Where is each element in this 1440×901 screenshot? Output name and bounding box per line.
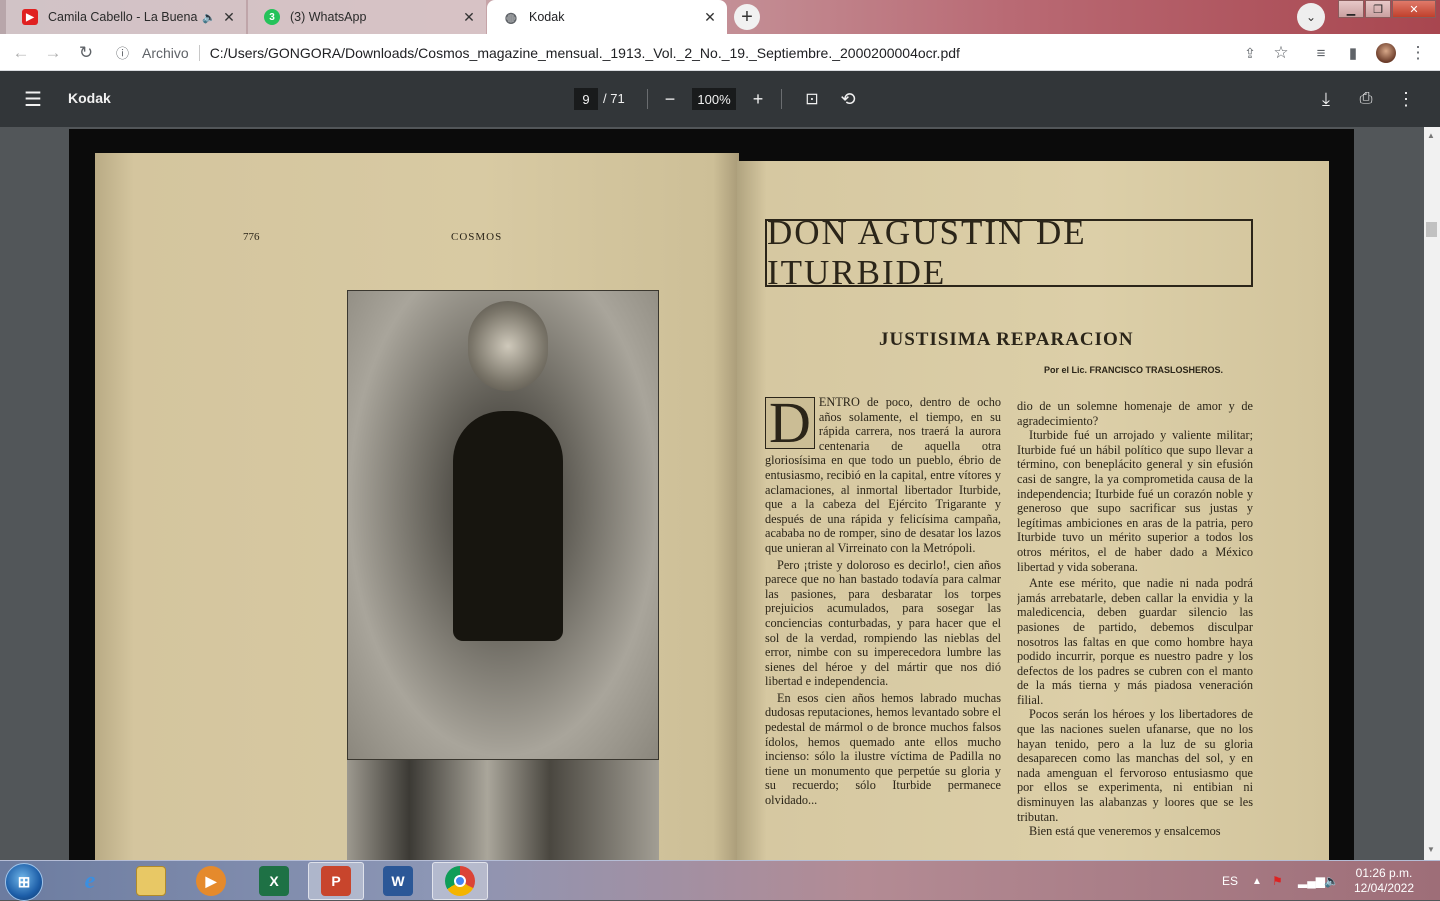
- powerpoint-icon[interactable]: P: [308, 862, 364, 900]
- more-actions-icon[interactable]: ⋮: [1393, 86, 1419, 112]
- scroll-down-icon[interactable]: ▼: [1427, 845, 1435, 854]
- divider: [781, 89, 782, 109]
- info-icon[interactable]: ⓘ: [116, 43, 134, 62]
- scroll-up-icon[interactable]: ▲: [1427, 131, 1435, 140]
- window-controls: ▁ ❐ ✕: [1337, 0, 1436, 18]
- windows-taskbar: ⊞ e ▶ X P W ES ▲ ⚑ ▂▄▆ 🔈 01:26 p.m. 12/0…: [0, 860, 1440, 901]
- tab-strip: ▶ Camila Cabello - La Buena Vi 🔈 ✕ 3 (3)…: [0, 0, 1440, 34]
- address-bar[interactable]: ⓘ Archivo C:/Users/GONGORA/Downloads/Cos…: [108, 38, 1308, 67]
- back-button[interactable]: ←: [8, 40, 34, 66]
- clock-date: 12/04/2022: [1353, 881, 1415, 895]
- url-text[interactable]: C:/Users/GONGORA/Downloads/Cosmos_magazi…: [210, 45, 960, 61]
- action-center-flag-icon[interactable]: ⚑: [1272, 861, 1283, 901]
- word-icon[interactable]: W: [370, 862, 426, 900]
- divider: [198, 44, 200, 61]
- drop-cap: D: [765, 395, 815, 452]
- close-tab-icon[interactable]: ✕: [460, 8, 478, 26]
- text-column-1: D ENTRO de poco, dentro de ocho años sol…: [765, 395, 1001, 860]
- close-tab-icon[interactable]: ✕: [701, 8, 719, 26]
- running-head: COSMOS: [451, 231, 503, 243]
- page-number: 776: [243, 231, 260, 243]
- page-number-input[interactable]: 9: [574, 88, 598, 110]
- paragraph: dio de un solemne homenaje de amor y de …: [1017, 399, 1253, 428]
- paragraph: Ante ese mérito, que nadie ni nada podrá…: [1017, 576, 1253, 707]
- pdf-page: 776 COSMOS DON AGUSTIN DE ITURBIDE JUSTI…: [69, 129, 1354, 860]
- tab-title: Kodak: [529, 10, 565, 24]
- file-explorer-icon[interactable]: [123, 862, 179, 900]
- tab-title: Camila Cabello - La Buena Vi: [48, 10, 199, 24]
- divider: [647, 89, 648, 109]
- scrollbar-thumb[interactable]: [1426, 222, 1437, 237]
- tab-youtube[interactable]: ▶ Camila Cabello - La Buena Vi 🔈 ✕: [6, 0, 246, 34]
- vertical-scrollbar[interactable]: ▲ ▼: [1424, 127, 1440, 860]
- globe-icon: ◍: [504, 8, 518, 25]
- internet-explorer-icon[interactable]: e: [62, 862, 118, 900]
- paragraph: Pero ¡triste y doloroso es decirlo!, cie…: [765, 557, 1001, 689]
- language-indicator[interactable]: ES: [1222, 861, 1238, 901]
- crest-shape: [468, 301, 548, 391]
- volume-icon[interactable]: 🔈: [1324, 861, 1339, 901]
- bookmark-star-icon[interactable]: ☆: [1268, 40, 1294, 66]
- paragraph: Bien está que veneremos y ensalcemos: [1029, 824, 1221, 839]
- print-icon[interactable]: ⎙: [1353, 86, 1379, 112]
- chrome-icon[interactable]: [432, 862, 488, 900]
- tab-title: (3) WhatsApp: [290, 10, 367, 24]
- zoom-out-icon[interactable]: −: [657, 86, 683, 112]
- lower-photograph: [347, 760, 659, 860]
- menu-kebab-icon[interactable]: ⋮: [1405, 40, 1431, 66]
- badge: 3: [269, 11, 275, 23]
- byline: Por el Lic. FRANCISCO TRASLOSHEROS.: [1044, 365, 1224, 375]
- share-icon[interactable]: ⇪: [1237, 40, 1263, 66]
- pdf-viewer[interactable]: 776 COSMOS DON AGUSTIN DE ITURBIDE JUSTI…: [0, 127, 1424, 860]
- zoom-input[interactable]: 100%: [692, 88, 736, 110]
- maximize-button[interactable]: ❐: [1365, 0, 1391, 18]
- pdf-title: Kodak: [68, 90, 111, 106]
- clock-time: 01:26 p.m.: [1355, 866, 1413, 880]
- tab-kodak[interactable]: ◍ Kodak ✕: [487, 0, 727, 34]
- paragraph: En esos cien años hemos labrado muchas d…: [765, 690, 1001, 808]
- new-tab-button[interactable]: +: [734, 4, 760, 30]
- forward-button[interactable]: →: [40, 40, 66, 66]
- start-button[interactable]: ⊞: [5, 863, 43, 901]
- profile-avatar[interactable]: [1373, 40, 1399, 66]
- excel-icon[interactable]: X: [246, 862, 302, 900]
- tab-whatsapp[interactable]: 3 (3) WhatsApp ✕: [248, 0, 486, 34]
- whatsapp-icon: 3: [264, 9, 280, 25]
- text-column-2: dio de un solemne homenaje de amor y de …: [1017, 399, 1253, 860]
- fit-page-icon[interactable]: ⊡: [799, 86, 825, 112]
- close-window-button[interactable]: ✕: [1392, 0, 1436, 18]
- zoom-in-icon[interactable]: +: [745, 86, 771, 112]
- rotate-icon[interactable]: ⟲: [835, 86, 861, 112]
- paragraph: Iturbide fué un arrojado y valiente mili…: [1017, 428, 1253, 574]
- tab-search-button[interactable]: ⌄: [1297, 3, 1325, 31]
- network-signal-icon[interactable]: ▂▄▆: [1298, 861, 1325, 901]
- media-player-icon[interactable]: ▶: [183, 862, 239, 900]
- side-panel-icon[interactable]: ▮: [1340, 40, 1366, 66]
- page-total: / 71: [603, 91, 625, 106]
- throne-shape: [453, 411, 563, 641]
- pdf-toolbar: ☰ Kodak 9 / 71 − 100% + ⊡ ⟲ ⤓ ⎙ ⋮: [0, 71, 1440, 127]
- show-hidden-icons-icon[interactable]: ▲: [1252, 861, 1262, 901]
- close-tab-icon[interactable]: ✕: [220, 8, 238, 26]
- article-title: DON AGUSTIN DE ITURBIDE: [765, 213, 1253, 292]
- left-book-page: 776 COSMOS: [95, 153, 739, 860]
- download-icon[interactable]: ⤓: [1313, 86, 1339, 112]
- minimize-button[interactable]: ▁: [1338, 0, 1364, 18]
- reload-button[interactable]: ↻: [73, 40, 99, 66]
- hamburger-menu-icon[interactable]: ☰: [20, 86, 46, 112]
- audio-icon[interactable]: 🔈: [202, 11, 216, 24]
- article-subtitle: JUSTISIMA REPARACION: [879, 329, 1134, 350]
- paragraph: Pocos serán los héroes y los libertadore…: [1017, 707, 1253, 824]
- browser-toolbar: ← → ↻ ⓘ Archivo C:/Users/GONGORA/Downloa…: [0, 34, 1440, 71]
- scheme-label: Archivo: [142, 44, 189, 61]
- throne-photograph: [347, 290, 659, 760]
- system-clock[interactable]: 01:26 p.m. 12/04/2022: [1348, 866, 1420, 896]
- youtube-icon: ▶: [22, 9, 38, 25]
- reading-list-icon[interactable]: ≡: [1308, 40, 1334, 66]
